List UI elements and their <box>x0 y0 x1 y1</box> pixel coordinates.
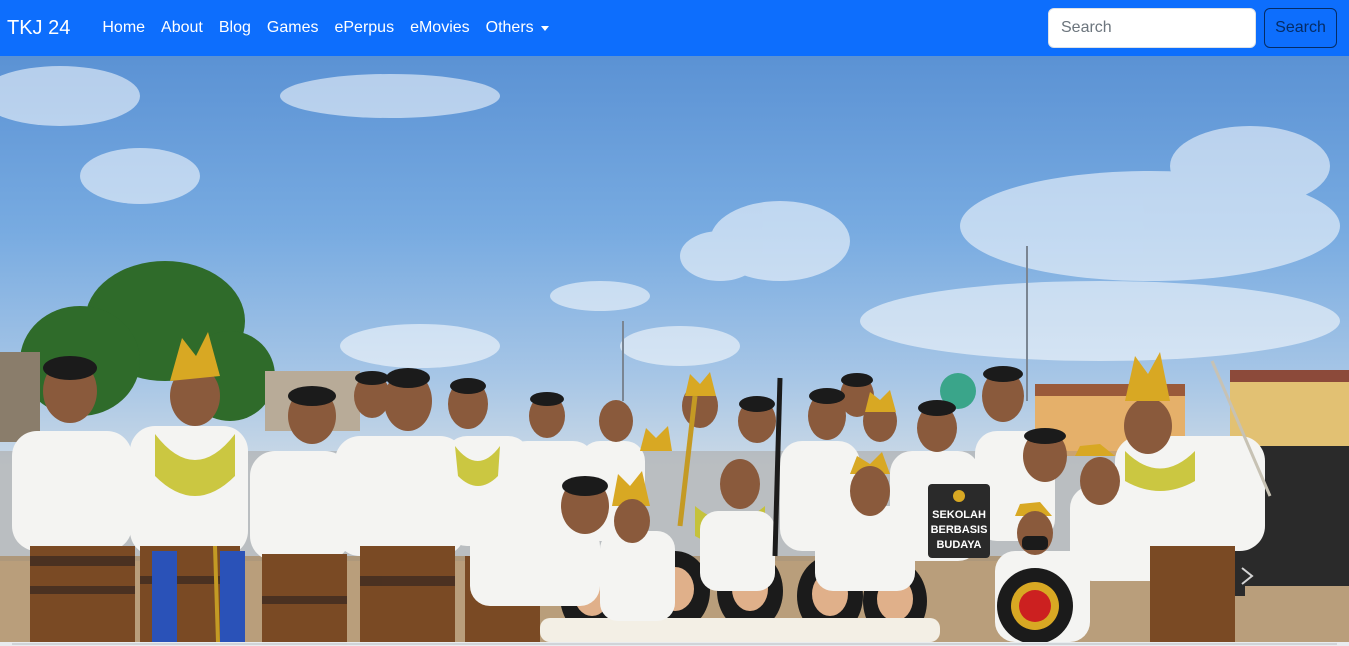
nav-item-emovies: eMovies <box>402 11 478 45</box>
caret-down-icon <box>540 26 549 31</box>
nav-link-blog[interactable]: Blog <box>211 11 259 45</box>
nav-item-blog: Blog <box>211 11 259 45</box>
nav-dropdown-others-label: Others <box>485 19 534 36</box>
group-people <box>12 332 1272 642</box>
nav-dropdown-others[interactable]: Others <box>478 11 557 45</box>
brand-link[interactable]: TKJ 24 <box>7 17 70 40</box>
carousel-indicator-bar <box>0 642 1349 646</box>
sign-line-1: SEKOLAH <box>932 509 986 521</box>
sign-line-2: BERBASIS <box>931 524 988 536</box>
nav-link-eperpus[interactable]: ePerpus <box>326 11 402 45</box>
nav-item-home: Home <box>94 11 153 45</box>
search-form: Search <box>1048 8 1337 48</box>
group-photo: SEKOLAH BERBASIS BUDAYA <box>0 66 1349 642</box>
nav-link-about[interactable]: About <box>153 11 211 45</box>
nav-menu: Home About Blog Games ePerpus eMovies Ot… <box>94 11 556 45</box>
nav-item-others: Others <box>478 11 557 45</box>
nav-link-emovies[interactable]: eMovies <box>402 11 478 45</box>
nav-link-home[interactable]: Home <box>94 11 153 45</box>
carousel-next-control[interactable] <box>1230 556 1260 596</box>
nav-item-games: Games <box>259 11 327 45</box>
search-input[interactable] <box>1048 8 1256 48</box>
nav-link-games[interactable]: Games <box>259 11 327 45</box>
carousel-indicator-line <box>12 643 1337 645</box>
sign-line-3: BUDAYA <box>936 539 981 551</box>
sign-board: SEKOLAH BERBASIS BUDAYA <box>928 484 990 558</box>
hero-image: SEKOLAH BERBASIS BUDAYA <box>0 56 1349 642</box>
search-button[interactable]: Search <box>1264 8 1337 48</box>
nav-item-about: About <box>153 11 211 45</box>
top-navbar: TKJ 24 Home About Blog Games ePerpus eMo… <box>0 0 1349 56</box>
nav-item-eperpus: ePerpus <box>326 11 402 45</box>
